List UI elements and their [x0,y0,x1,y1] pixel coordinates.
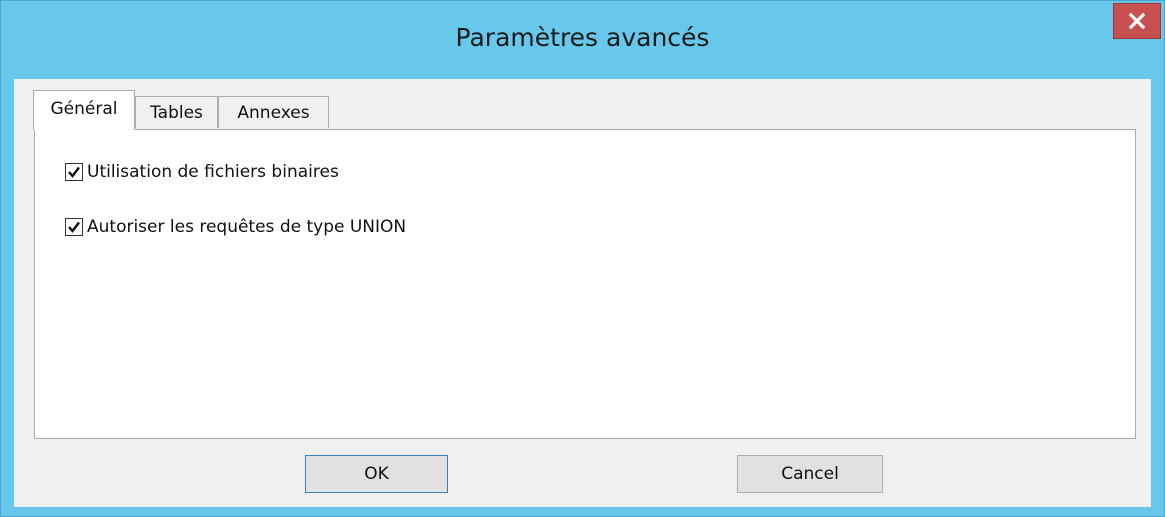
dialog-window: Paramètres avancés Général Tables Annexe… [0,0,1165,517]
union-queries-option[interactable]: Autoriser les requêtes de type UNION [65,217,406,237]
tab-annexes-label: Annexes [237,102,310,123]
binary-files-checkbox[interactable] [65,163,83,181]
tab-general-label: Général [50,99,118,119]
checkmark-icon [68,221,80,233]
binary-files-label: Utilisation de fichiers binaires [87,162,339,182]
union-queries-label: Autoriser les requêtes de type UNION [87,217,407,237]
close-icon [1128,12,1146,30]
title-bar[interactable]: Paramètres avancés [1,1,1164,79]
tab-tables[interactable]: Tables [135,96,218,128]
cancel-button[interactable]: Cancel [737,455,883,493]
tab-annexes[interactable]: Annexes [218,96,329,128]
tab-panel-general: Utilisation de fichiers binaires Autoris… [34,129,1136,439]
close-button[interactable] [1113,3,1161,39]
binary-files-option[interactable]: Utilisation de fichiers binaires [65,162,339,182]
union-queries-checkbox[interactable] [65,218,83,236]
ok-button[interactable]: OK [305,455,448,493]
dialog-client-area: Général Tables Annexes Utilisation de fi… [14,79,1151,507]
tab-tables-label: Tables [150,102,203,123]
window-title: Paramètres avancés [455,23,710,52]
checkmark-icon [68,166,80,178]
tab-general[interactable]: Général [33,90,135,130]
